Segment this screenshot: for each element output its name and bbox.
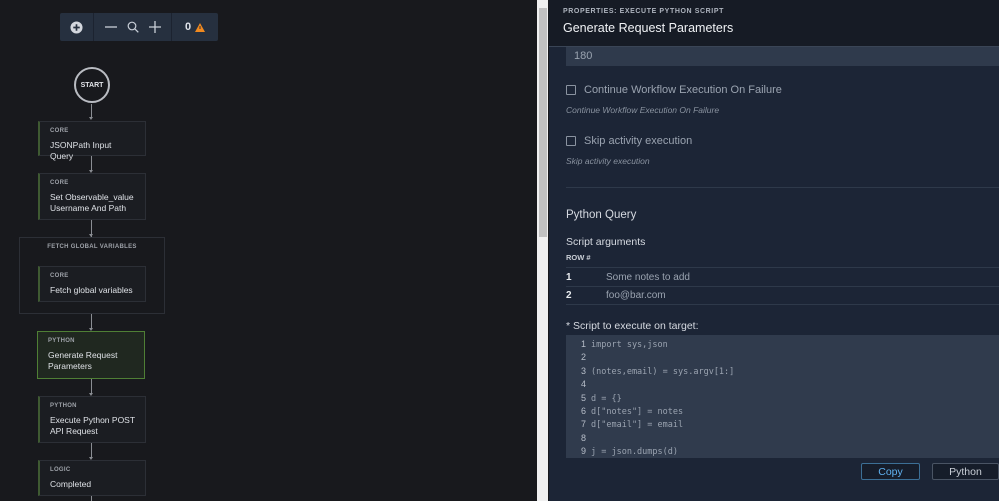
line-number: 6 <box>580 405 586 416</box>
divider <box>566 187 999 188</box>
table-row[interactable]: 2 foo@bar.com <box>566 286 999 305</box>
script-label: * Script to execute on target: <box>566 320 699 332</box>
code-line[interactable]: 2 <box>576 351 999 364</box>
code-editor[interactable]: 1 import sys,json 2 3 (notes,email) = sys.ar… <box>566 335 999 458</box>
workflow-node[interactable]: CORE Set Observable_value Username And P… <box>38 173 146 220</box>
line-number: 4 <box>580 379 586 390</box>
node-category: CORE <box>50 128 69 134</box>
add-button[interactable] <box>60 13 94 41</box>
line-number: 5 <box>580 392 586 403</box>
node-name: Generate Request Parameters <box>48 350 118 371</box>
node-name: Completed <box>50 479 92 489</box>
code-text: d = {} <box>591 393 622 404</box>
code-text: import sys,json <box>591 340 668 350</box>
plus-circle-icon <box>70 20 83 34</box>
node-category: PYTHON <box>48 338 75 344</box>
node-category: CORE <box>50 273 69 279</box>
skip-activity-hint: Skip activity execution <box>566 156 650 166</box>
workflow-node[interactable]: CORE Fetch global variables <box>38 266 146 302</box>
checkbox-label: Continue Workflow Execution On Failure <box>584 84 782 96</box>
code-text: d["email"] = email <box>591 420 684 431</box>
workflow-node[interactable]: PYTHON Execute Python POST API Request <box>38 396 146 443</box>
workflow-node-selected[interactable]: PYTHON Generate Request Parameters <box>37 331 145 379</box>
code-text: j = json.dumps(d) <box>591 447 678 458</box>
code-line[interactable]: 1 import sys,json <box>576 338 999 351</box>
warning-count: 0 <box>184 21 192 33</box>
node-name: Fetch global variables <box>50 285 133 295</box>
node-name: JSONPath Input Query <box>50 140 112 161</box>
scrollbar[interactable] <box>537 0 548 501</box>
warnings-button[interactable]: 0 <box>172 13 218 41</box>
line-number: 1 <box>580 339 586 349</box>
panel-title: Generate Request Parameters <box>563 21 734 35</box>
checkbox-box[interactable] <box>566 136 576 146</box>
node-category: LOGIC <box>50 467 71 473</box>
code-line[interactable]: 5 d = {} <box>576 392 999 405</box>
continue-on-failure-hint: Continue Workflow Execution On Failure <box>566 105 720 115</box>
line-number: 3 <box>580 365 586 376</box>
start-node[interactable]: START <box>74 67 110 103</box>
row-number-header: ROW # <box>566 253 591 262</box>
node-category: PYTHON <box>50 403 77 409</box>
group-title: FETCH GLOBAL VARIABLES <box>47 244 137 250</box>
canvas-toolbar: 0 <box>60 13 218 41</box>
minus-icon[interactable] <box>104 21 117 33</box>
workflow-node[interactable]: CORE JSONPath Input Query <box>38 121 146 161</box>
row-number: 2 <box>566 290 572 301</box>
code-line[interactable]: 9 j = json.dumps(d) <box>576 445 999 458</box>
code-line[interactable]: 8 <box>576 432 999 445</box>
line-number: 9 <box>580 446 586 457</box>
copy-button[interactable]: Copy <box>861 463 920 480</box>
script-arguments-label: Script arguments <box>566 236 646 248</box>
argument-value[interactable]: foo@bar.com <box>606 290 666 301</box>
properties-panel: PROPERTIES: EXECUTE PYTHON SCRIPT Genera… <box>549 0 999 501</box>
checkbox-box[interactable] <box>566 85 576 95</box>
skip-activity-checkbox[interactable]: Skip activity execution <box>566 135 692 147</box>
argument-value[interactable]: Some notes to add <box>606 272 690 283</box>
timeout-input[interactable]: 180 <box>566 47 999 66</box>
checkbox-label: Skip activity execution <box>584 135 693 147</box>
language-button[interactable]: Python <box>932 463 999 480</box>
node-name: Execute Python POST API Request <box>50 415 135 436</box>
code-line[interactable]: 7 d["email"] = email <box>576 418 999 431</box>
magnifier-icon[interactable] <box>127 21 139 33</box>
panel-subtitle: PROPERTIES: EXECUTE PYTHON SCRIPT <box>563 8 724 15</box>
warning-triangle-icon <box>195 22 206 32</box>
code-text: (notes,email) = sys.argv[1:] <box>591 366 735 377</box>
line-number: 8 <box>580 432 586 443</box>
row-number: 1 <box>566 271 572 283</box>
code-line[interactable]: 4 <box>576 378 999 391</box>
code-text: d["notes"] = notes <box>591 406 684 417</box>
plus-icon[interactable] <box>148 21 161 33</box>
scrollbar-thumb[interactable] <box>539 8 547 237</box>
node-name: Set Observable_value Username And Path <box>50 192 134 213</box>
panel-header: PROPERTIES: EXECUTE PYTHON SCRIPT Genera… <box>549 0 999 47</box>
section-title: Python Query <box>566 209 637 221</box>
line-number: 7 <box>580 419 586 430</box>
code-line[interactable]: 3 (notes,email) = sys.argv[1:] <box>576 365 999 378</box>
workflow-canvas[interactable]: 0 START CORE JSONPath Input Query CORE S… <box>0 0 537 501</box>
code-line[interactable]: 6 d["notes"] = notes <box>576 405 999 418</box>
continue-on-failure-checkbox[interactable]: Continue Workflow Execution On Failure <box>566 84 782 96</box>
table-row[interactable]: 1 Some notes to add <box>566 267 999 286</box>
workflow-node[interactable]: LOGIC Completed <box>38 460 146 496</box>
line-number: 2 <box>580 352 586 363</box>
node-category: CORE <box>50 180 69 186</box>
